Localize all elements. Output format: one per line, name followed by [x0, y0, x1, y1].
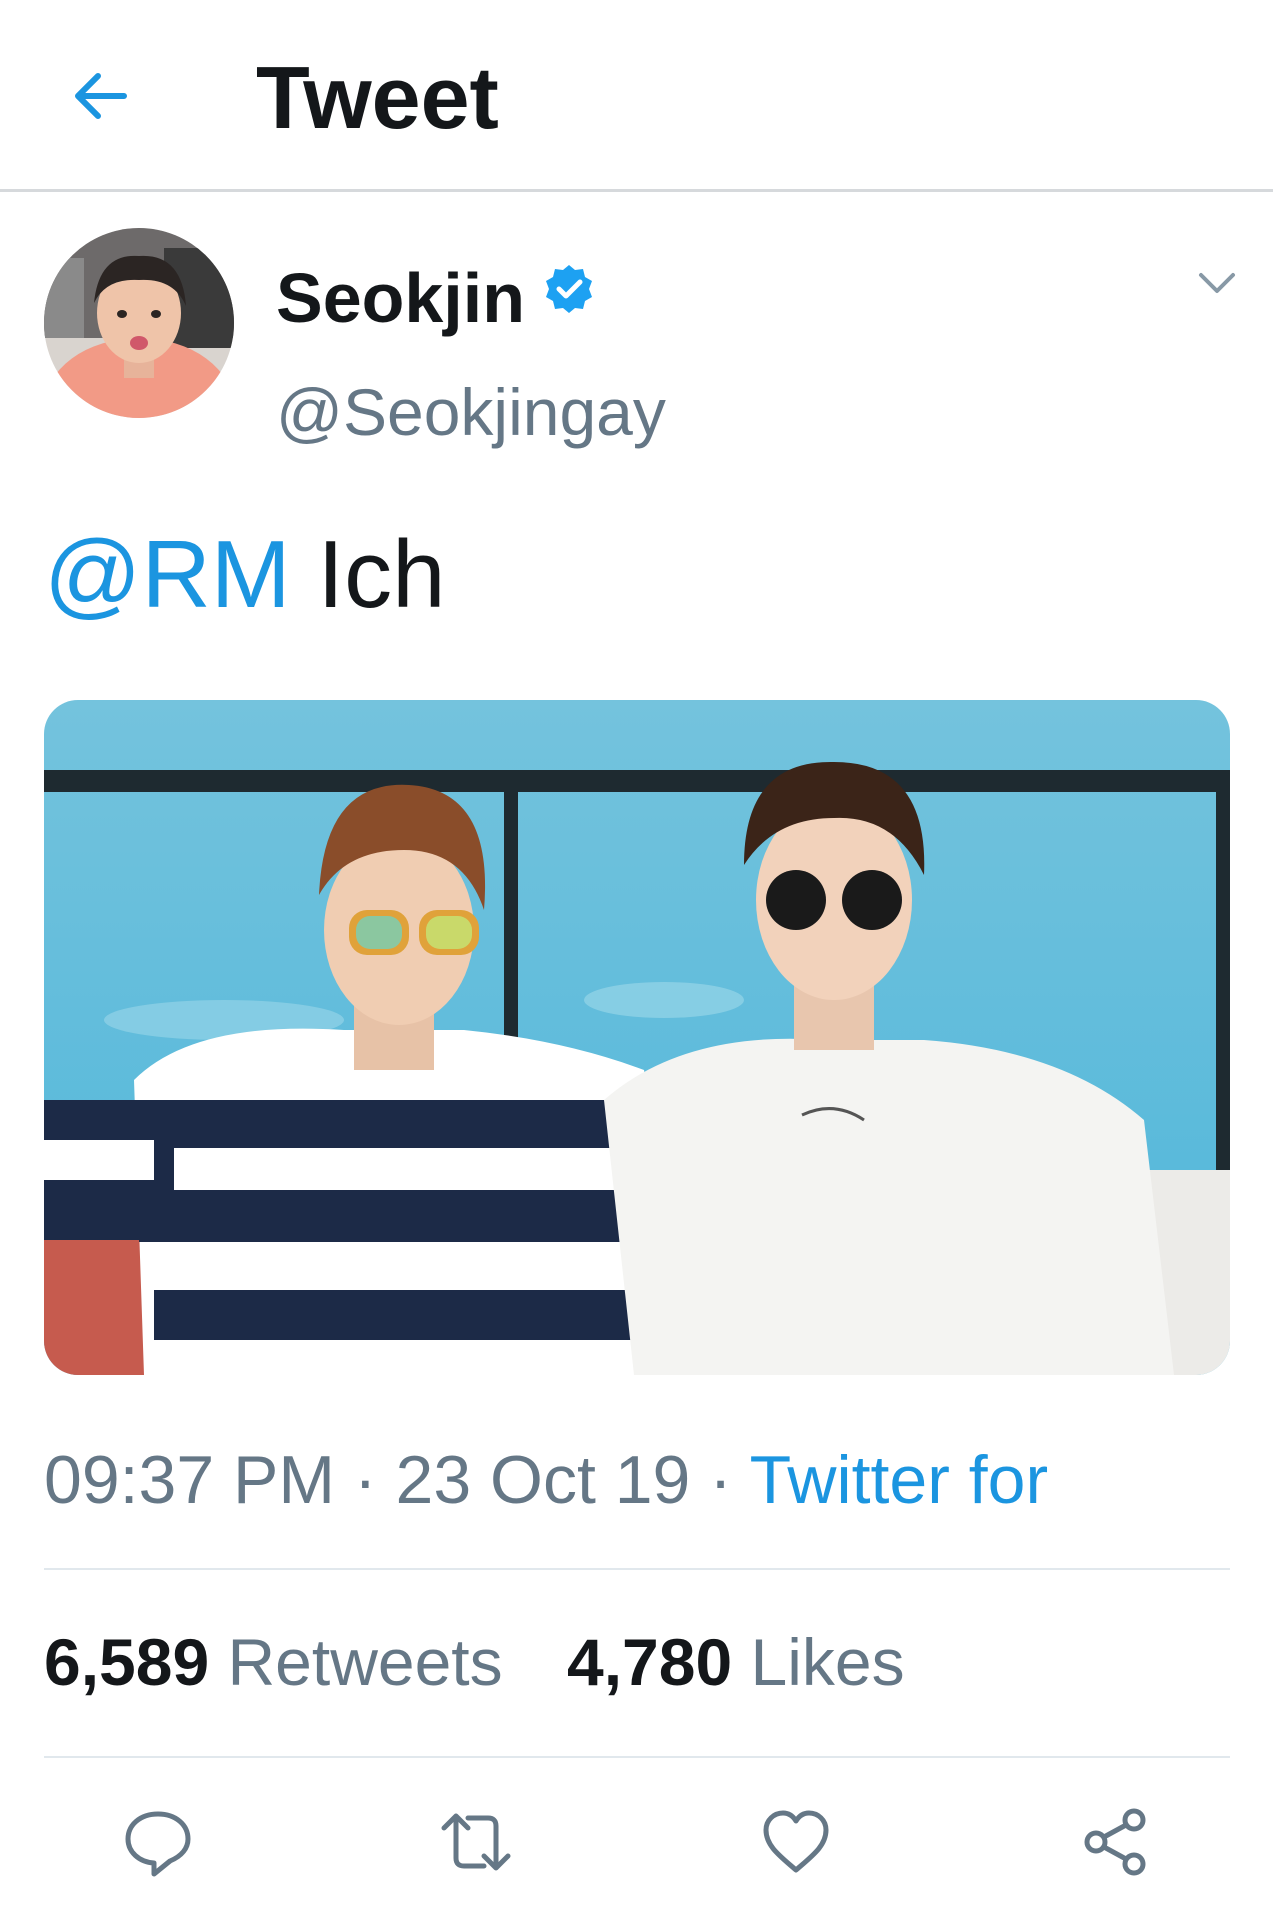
likes-count: 4,780 [566, 1625, 733, 1699]
reply-icon [125, 1811, 191, 1877]
retweet-icon [441, 1813, 511, 1871]
verified-badge-icon [545, 265, 592, 313]
retweet-button[interactable] [434, 1800, 518, 1884]
likes-label: Likes [750, 1625, 905, 1699]
back-button[interactable] [62, 58, 138, 134]
retweets-stat[interactable]: 6,589 Retweets [44, 1622, 503, 1702]
share-icon [1084, 1808, 1146, 1876]
engagement-stats: 6,589 Retweets 4,780 Likes [44, 1622, 951, 1702]
divider [44, 1756, 1230, 1758]
source-link[interactable]: Twitter for [750, 1442, 1049, 1518]
avatar[interactable] [44, 228, 234, 418]
arrow-left-icon [75, 73, 127, 119]
tweet-menu-button[interactable] [1196, 262, 1238, 304]
timestamp-separator: · [353, 1442, 377, 1518]
timestamp-time: 09:37 PM [44, 1442, 336, 1518]
retweets-label: Retweets [227, 1625, 503, 1699]
timestamp-separator: · [709, 1442, 732, 1518]
tweet-body-text: Ich [317, 521, 446, 628]
divider [44, 1568, 1230, 1570]
tweet-timestamp: 09:37 PM · 23 Oct 19 · Twitter for [44, 1440, 1048, 1520]
display-name-text: Seokjin [276, 259, 525, 337]
author-display-name[interactable]: Seokjin [276, 258, 595, 338]
chevron-down-icon [1199, 273, 1235, 293]
reply-button[interactable] [116, 1800, 200, 1884]
mention-link[interactable]: @RM [44, 521, 291, 628]
page-title: Tweet [256, 48, 499, 147]
like-heart-icon [763, 1810, 829, 1873]
share-button[interactable] [1074, 1800, 1158, 1884]
author-handle[interactable]: @Seokjingay [276, 372, 666, 452]
top-app-bar: Tweet [0, 0, 1273, 192]
tweet-photo[interactable] [44, 700, 1230, 1375]
likes-stat[interactable]: 4,780 Likes [567, 1622, 905, 1702]
like-button[interactable] [754, 1800, 838, 1884]
tweet-text: @RM Ich [44, 520, 445, 630]
timestamp-date: 23 Oct 19 [395, 1442, 691, 1518]
retweets-count: 6,589 [44, 1625, 210, 1699]
